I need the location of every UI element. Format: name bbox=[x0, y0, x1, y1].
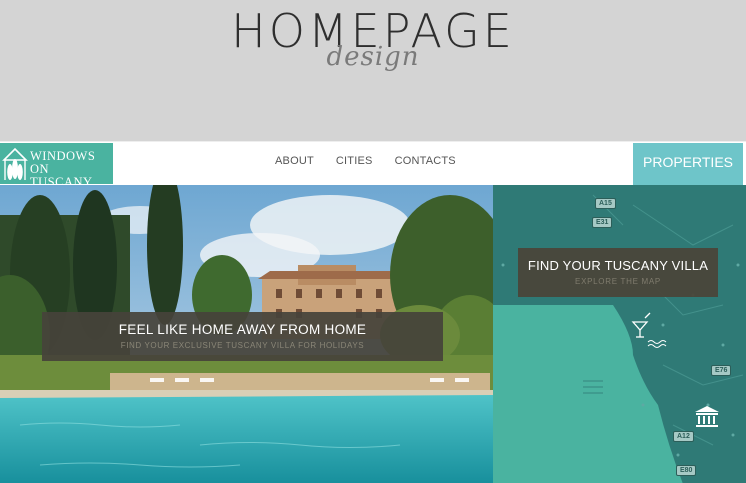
cypress-house-icon bbox=[2, 147, 28, 180]
nav-about[interactable]: ABOUT bbox=[275, 155, 314, 167]
hero-image: FEEL LIKE HOME AWAY FROM HOME FIND YOUR … bbox=[0, 185, 493, 483]
road-label-e76: E76 bbox=[711, 365, 732, 376]
explore-map-link[interactable]: EXPLORE THE MAP bbox=[518, 277, 718, 286]
tuscany-map[interactable]: A15 E31 E76 A12 E80 FIND YOUR TUSCANY VI… bbox=[493, 185, 746, 483]
nav-links: ABOUT CITIES CONTACTS bbox=[275, 155, 478, 167]
map-title: FIND YOUR TUSCANY VILLA bbox=[527, 258, 709, 273]
hero-subtitle: FIND YOUR EXCLUSIVE TUSCANY VILLA FOR HO… bbox=[120, 341, 365, 350]
map-caption-panel[interactable]: FIND YOUR TUSCANY VILLA EXPLORE THE MAP bbox=[518, 248, 718, 297]
nav-cities[interactable]: CITIES bbox=[336, 155, 373, 167]
road-label-e31: E31 bbox=[592, 217, 613, 228]
showcase-subtitle: design bbox=[326, 42, 420, 72]
navbar: WINDOWS ON TUSCANY ABOUT CITIES CONTACTS… bbox=[0, 142, 746, 189]
nav-contacts[interactable]: CONTACTS bbox=[395, 155, 456, 167]
design-showcase: HOMEPAGE design WINDOWS ON TUSCANY ABOUT… bbox=[0, 0, 746, 483]
logo-text: WINDOWS ON TUSCANY bbox=[30, 150, 113, 189]
map-background bbox=[493, 185, 746, 483]
logo[interactable]: WINDOWS ON TUSCANY bbox=[0, 143, 113, 189]
website-mockup: WINDOWS ON TUSCANY ABOUT CITIES CONTACTS… bbox=[0, 141, 746, 483]
road-label-e80: E80 bbox=[676, 465, 697, 476]
road-label-a15: A15 bbox=[595, 198, 616, 209]
properties-button[interactable]: PROPERTIES bbox=[633, 143, 743, 185]
hero-caption-panel: FEEL LIKE HOME AWAY FROM HOME FIND YOUR … bbox=[42, 312, 443, 361]
hero-title: FEEL LIKE HOME AWAY FROM HOME bbox=[118, 322, 367, 337]
road-label-a12: A12 bbox=[673, 431, 694, 442]
heading-band: HOMEPAGE design bbox=[0, 0, 746, 141]
